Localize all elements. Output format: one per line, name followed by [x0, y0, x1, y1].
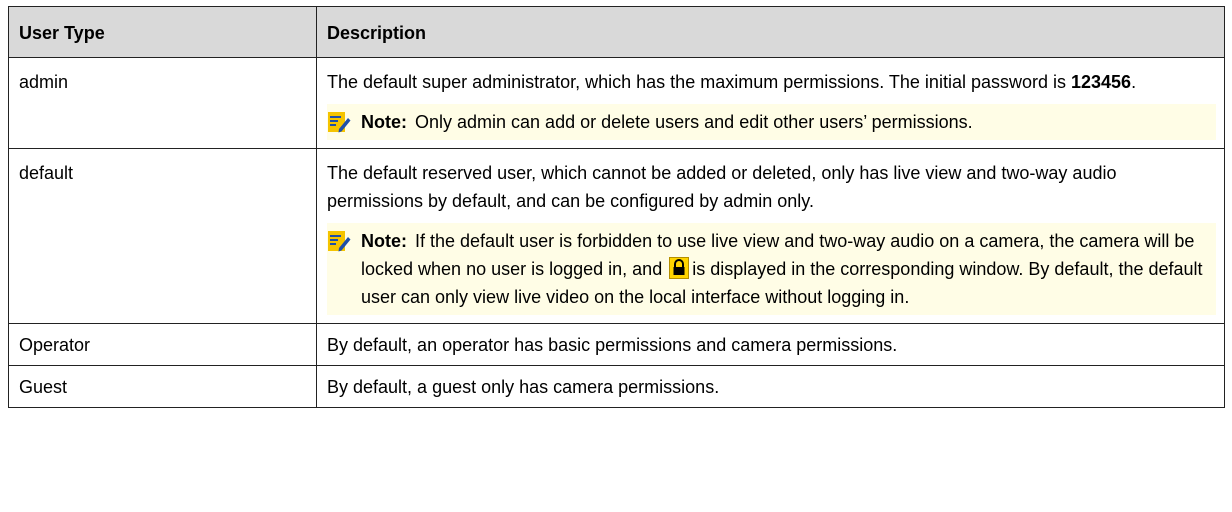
description-cell: By default, an operator has basic permis…: [316, 323, 1225, 366]
user-type-text: admin: [19, 72, 69, 92]
lock-icon: [669, 257, 690, 279]
description-cell: The default super administrator, which h…: [316, 57, 1225, 149]
column-header-user-type: User Type: [8, 6, 317, 58]
description-text: The default super administrator, which h…: [327, 68, 1214, 96]
note-label: Note:: [361, 112, 407, 132]
table-row: admin The default super administrator, w…: [8, 57, 1225, 149]
description-cell: The default reserved user, which cannot …: [316, 148, 1225, 324]
initial-password: 123456: [1071, 72, 1132, 92]
user-type-cell: default: [8, 148, 317, 324]
description-cell: By default, a guest only has camera perm…: [316, 365, 1225, 408]
user-type-text: Guest: [19, 376, 68, 397]
column-header-description: Description: [316, 6, 1225, 58]
note-box: Note: If the default user is forbidden to…: [327, 223, 1216, 315]
note-label: Note:: [361, 231, 407, 251]
note-pencil-icon: [327, 110, 351, 134]
description-text: The default reserved user, which cannot …: [327, 163, 1117, 211]
note-box: Note: Only admin can add or delete users …: [327, 104, 1216, 140]
note-pencil-icon: [327, 229, 351, 253]
table-header-row: User Type Description: [8, 6, 1225, 58]
description-text: By default, an operator has basic permis…: [327, 334, 898, 355]
user-type-cell: admin: [8, 57, 317, 149]
table-row: Operator By default, an operator has bas…: [8, 323, 1225, 366]
user-type-text: default: [19, 163, 74, 183]
table-row: Guest By default, a guest only has camer…: [8, 365, 1225, 408]
description-prefix: The default super administrator, which h…: [327, 72, 1071, 92]
description-text: By default, a guest only has camera perm…: [327, 376, 720, 397]
user-type-cell: Guest: [8, 365, 317, 408]
note-text: Only admin can add or delete users and e…: [415, 112, 973, 132]
description-suffix: .: [1131, 72, 1137, 92]
user-type-cell: Operator: [8, 323, 317, 366]
table-row: default The default reserved user, which…: [8, 148, 1225, 324]
user-type-text: Operator: [19, 334, 91, 355]
user-type-table: User Type Description admin The default …: [8, 6, 1225, 408]
